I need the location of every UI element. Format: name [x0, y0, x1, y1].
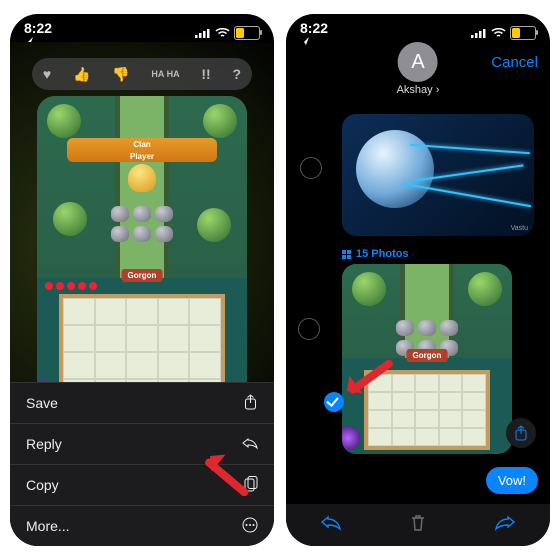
selection-circle[interactable]: [298, 318, 320, 340]
watermark: Vastu: [511, 225, 528, 232]
bottom-toolbar: [286, 504, 550, 546]
selection-circle[interactable]: [300, 157, 322, 179]
contact-header[interactable]: A Akshay ›: [397, 42, 440, 96]
menu-more[interactable]: More...: [10, 505, 274, 546]
photo-stack[interactable]: Gorgon: [342, 264, 512, 454]
message-attachment[interactable]: Vastu: [342, 114, 534, 236]
tapback-thumbs-down[interactable]: 👎: [112, 66, 129, 83]
tapback-question[interactable]: ?: [232, 66, 241, 82]
selection-check-icon[interactable]: [324, 392, 344, 412]
screenshot-left: 8:22 ♥ 👍 👎 HA HA !! ? ClanPlayer: [10, 14, 274, 546]
trash-button[interactable]: [410, 514, 426, 537]
battery-icon: [234, 26, 260, 40]
more-icon: [242, 517, 258, 536]
status-time: 8:22: [300, 20, 328, 36]
menu-save[interactable]: Save: [10, 382, 274, 423]
tapback-thumbs-up[interactable]: 👍: [73, 66, 90, 83]
menu-reply[interactable]: Reply: [10, 423, 274, 464]
wifi-icon: [215, 28, 230, 38]
sent-message-bubble[interactable]: Vow!: [486, 467, 538, 494]
trophy-icon: [128, 164, 156, 192]
menu-copy[interactable]: Copy: [10, 464, 274, 505]
reply-button[interactable]: [321, 515, 341, 535]
signal-icon: [471, 28, 487, 38]
copy-icon: [244, 476, 258, 495]
context-menu: Save Reply Copy More...: [10, 382, 274, 546]
game-banner: ClanPlayer: [67, 138, 217, 162]
opponent-tag: Gorgon: [122, 269, 163, 282]
tapback-heart[interactable]: ♥: [43, 66, 51, 82]
grid-icon: [342, 250, 351, 259]
chevron-right-icon: ›: [436, 84, 440, 96]
signal-icon: [195, 28, 211, 38]
wifi-icon: [491, 28, 506, 38]
battery-icon: [510, 26, 536, 40]
status-time: 8:22: [24, 20, 52, 36]
screenshot-right: 8:22 Cancel A Akshay › Vastu: [286, 14, 550, 546]
tapback-bar: ♥ 👍 👎 HA HA !! ?: [32, 58, 252, 90]
share-icon: [243, 394, 258, 413]
photos-group-label[interactable]: 15 Photos: [342, 248, 540, 260]
opponent-tag: Gorgon: [407, 349, 448, 362]
avatar: A: [398, 42, 438, 82]
quick-share-button[interactable]: [506, 418, 536, 448]
cancel-button[interactable]: Cancel: [491, 54, 538, 71]
tapback-haha[interactable]: HA HA: [151, 69, 179, 79]
contact-name: Akshay: [397, 84, 433, 96]
reply-icon: [242, 436, 258, 452]
tapback-exclaim[interactable]: !!: [201, 66, 210, 82]
forward-button[interactable]: [495, 515, 515, 535]
location-icon: [300, 36, 328, 46]
